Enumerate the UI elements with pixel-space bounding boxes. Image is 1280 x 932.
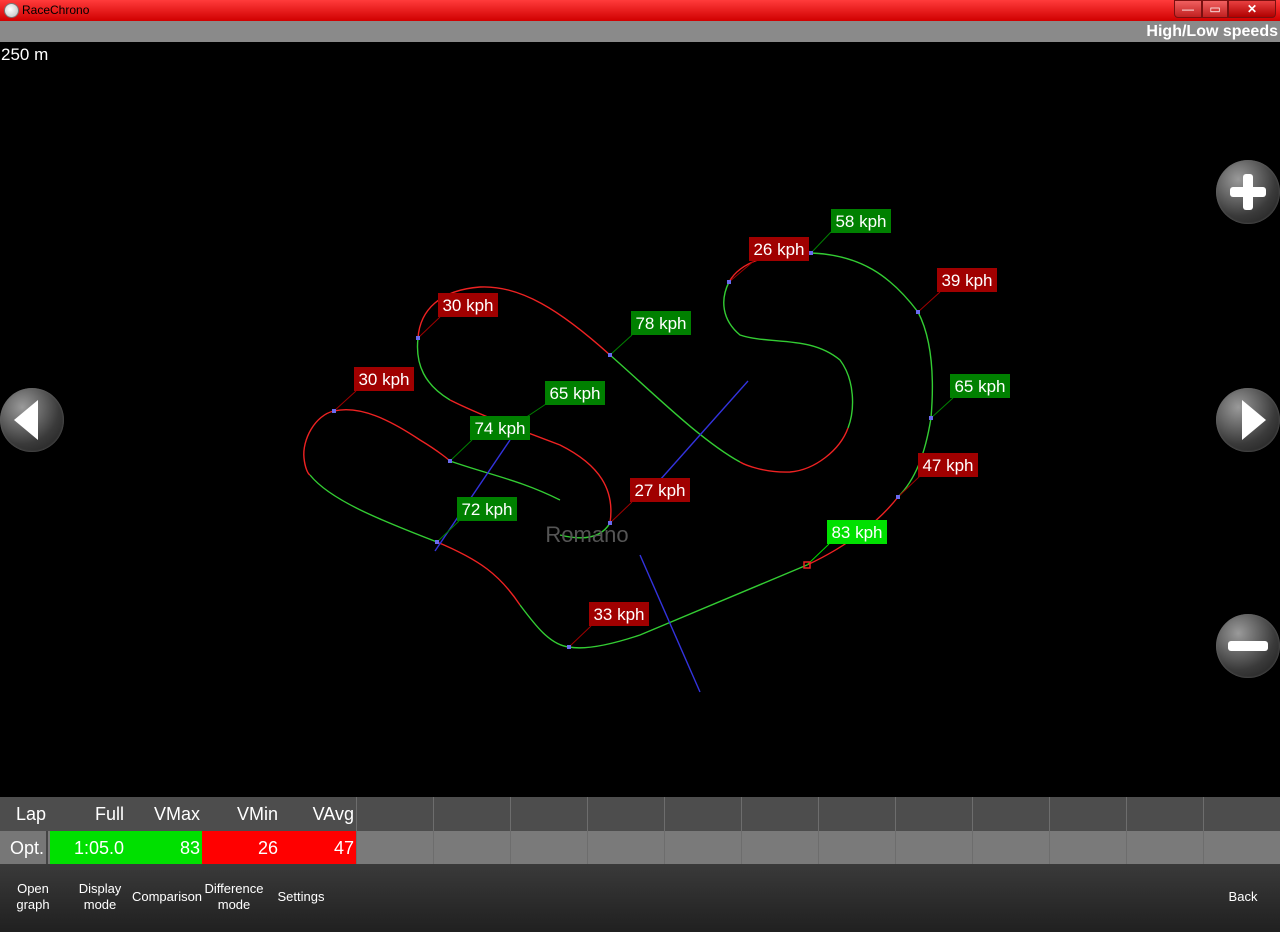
svg-text:74 kph: 74 kph bbox=[474, 419, 525, 438]
svg-text:27 kph: 27 kph bbox=[634, 481, 685, 500]
header-full: Full bbox=[94, 804, 124, 824]
cell-vavg: 47 bbox=[280, 831, 356, 864]
speed-label: 33 kph bbox=[589, 602, 649, 626]
app-icon bbox=[4, 3, 19, 18]
table-header: Lap Full VMax VMin VAvg bbox=[0, 797, 1280, 831]
grid-divider bbox=[741, 797, 742, 864]
scale-label: 250 m bbox=[1, 45, 49, 64]
speed-label: 65 kph bbox=[950, 374, 1010, 398]
svg-text:78 kph: 78 kph bbox=[635, 314, 686, 333]
speed-label: 47 kph bbox=[918, 453, 978, 477]
window-title: RaceChrono bbox=[22, 3, 90, 17]
header-vavg: VAvg bbox=[312, 804, 354, 824]
svg-text:65 kph: 65 kph bbox=[549, 384, 600, 403]
plus-icon bbox=[1230, 174, 1266, 210]
bottom-toolbar: Open graph Display mode Comparison Diffe… bbox=[0, 864, 1280, 932]
previous-button[interactable] bbox=[0, 388, 64, 452]
speed-label: 58 kph bbox=[831, 209, 891, 233]
svg-text:30 kph: 30 kph bbox=[442, 296, 493, 315]
view-mode-label[interactable]: High/Low speeds bbox=[1146, 23, 1278, 41]
grid-divider bbox=[356, 797, 357, 864]
speed-label: 78 kph bbox=[631, 311, 691, 335]
grid-divider bbox=[587, 797, 588, 864]
grid-divider bbox=[664, 797, 665, 864]
close-button[interactable]: ✕ bbox=[1228, 0, 1276, 18]
svg-text:83 kph: 83 kph bbox=[831, 523, 882, 542]
title-bar: RaceChrono — ▭ ✕ bbox=[0, 0, 1280, 21]
next-button[interactable] bbox=[1216, 388, 1280, 452]
arrow-right-icon bbox=[1242, 400, 1266, 440]
lap-table: Lap Full VMax VMin VAvg Opt. 1:05.0 83 2… bbox=[0, 797, 1280, 864]
cell-full: 1:05.0 bbox=[50, 831, 126, 864]
table-row[interactable]: Opt. 1:05.0 83 26 47 bbox=[0, 831, 1280, 864]
speed-label: 26 kph bbox=[749, 237, 809, 261]
grid-divider bbox=[433, 797, 434, 864]
comparison-button[interactable]: Comparison bbox=[130, 889, 204, 905]
svg-text:26 kph: 26 kph bbox=[753, 240, 804, 259]
zoom-in-button[interactable] bbox=[1216, 160, 1280, 224]
zoom-out-button[interactable] bbox=[1216, 614, 1280, 678]
minimize-button[interactable]: — bbox=[1174, 0, 1202, 18]
track-name: Romano bbox=[545, 522, 628, 547]
svg-text:58 kph: 58 kph bbox=[835, 212, 886, 231]
header-lap: Lap bbox=[15, 804, 46, 824]
grid-divider bbox=[1203, 797, 1204, 864]
grid-divider bbox=[510, 797, 511, 864]
svg-text:47 kph: 47 kph bbox=[922, 456, 973, 475]
speed-label: 39 kph bbox=[937, 268, 997, 292]
speed-label: 30 kph bbox=[438, 293, 498, 317]
cell-lap: Opt. bbox=[0, 831, 48, 864]
speed-label: 74 kph bbox=[470, 416, 530, 440]
minus-icon bbox=[1228, 641, 1268, 651]
speed-label: 83 kph bbox=[827, 520, 887, 544]
grid-divider bbox=[895, 797, 896, 864]
maximize-button[interactable]: ▭ bbox=[1202, 0, 1228, 18]
grid-divider bbox=[1049, 797, 1050, 864]
svg-text:33 kph: 33 kph bbox=[593, 605, 644, 624]
open-graph-button[interactable]: Open graph bbox=[10, 881, 56, 913]
back-button[interactable]: Back bbox=[1216, 889, 1270, 905]
speed-label: 30 kph bbox=[354, 367, 414, 391]
grid-divider bbox=[972, 797, 973, 864]
grid-divider bbox=[1126, 797, 1127, 864]
svg-text:30 kph: 30 kph bbox=[358, 370, 409, 389]
grid-divider bbox=[818, 797, 819, 864]
cell-vmax: 83 bbox=[126, 831, 202, 864]
track-map[interactable]: Romano 58 kph 26 kph 39 kph 30 kph 78 kph 30 … bbox=[0, 42, 1280, 797]
arrow-left-icon bbox=[14, 400, 38, 440]
settings-button[interactable]: Settings bbox=[272, 889, 330, 905]
speed-label: 65 kph bbox=[545, 381, 605, 405]
difference-mode-button[interactable]: Difference mode bbox=[202, 881, 266, 913]
speed-label: 72 kph bbox=[457, 497, 517, 521]
speed-label: 27 kph bbox=[630, 478, 690, 502]
header-vmax: VMax bbox=[153, 804, 200, 824]
svg-text:39 kph: 39 kph bbox=[941, 271, 992, 290]
cell-vmin: 26 bbox=[202, 831, 280, 864]
header-bar: High/Low speeds bbox=[0, 21, 1280, 42]
display-mode-button[interactable]: Display mode bbox=[74, 881, 126, 913]
svg-text:72 kph: 72 kph bbox=[461, 500, 512, 519]
header-vmin: VMin bbox=[236, 804, 278, 824]
svg-text:65 kph: 65 kph bbox=[954, 377, 1005, 396]
